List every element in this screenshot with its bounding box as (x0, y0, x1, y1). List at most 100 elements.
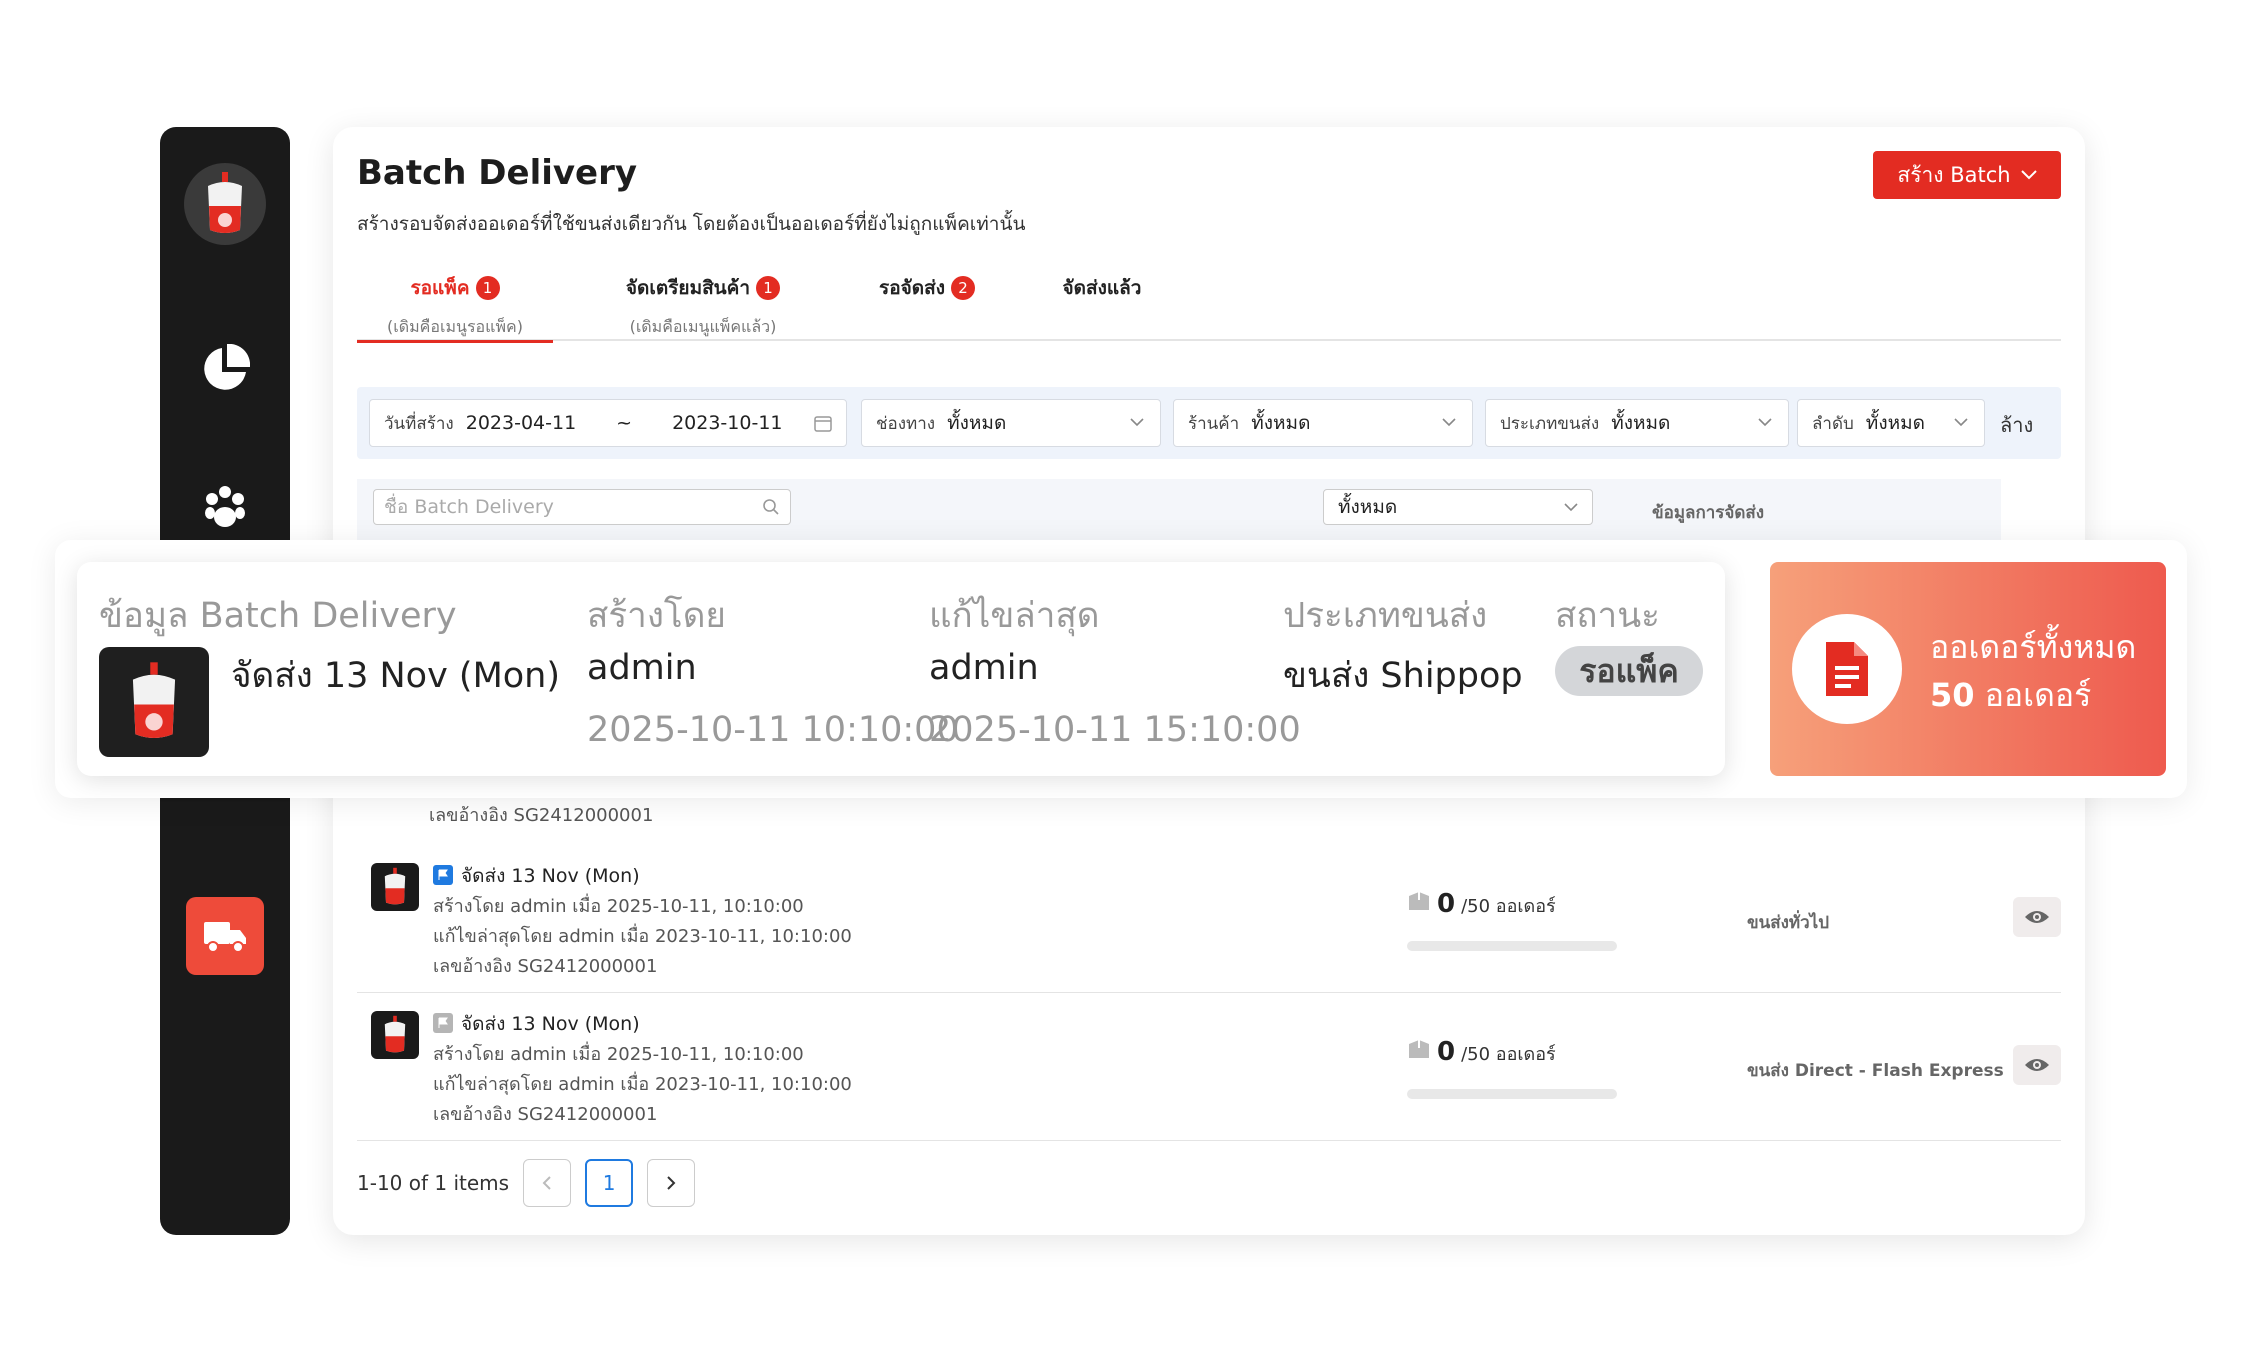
date-range-picker[interactable]: วันที่สร้าง 2023-04-11 ~ 2023-10-11 (369, 399, 847, 447)
edited-at: 2025-10-11 15:10:00 (929, 710, 1301, 750)
calendar-icon (814, 416, 832, 432)
tab-badge: 1 (475, 276, 500, 300)
tab-waiting-pack[interactable]: รอแพ็ค 1 (เดิมคือเมนูรอแพ็ค) (357, 273, 553, 343)
status-tabs: รอแพ็ค 1 (เดิมคือเมนูรอแพ็ค) จัดเตรียมสิน… (357, 273, 2061, 343)
chevron-down-icon (1758, 418, 1772, 427)
table-row[interactable]: จัดส่ง 13 Nov (Mon) สร้างโดย admin เมื่อ… (357, 993, 2061, 1141)
chevron-down-icon (1442, 418, 1456, 427)
created-by-header: สร้างโดย (587, 596, 726, 636)
eye-icon (2025, 1059, 2049, 1071)
total-orders-card: ออเดอร์ทั้งหมด 50 ออเดอร์ (1770, 562, 2166, 776)
tab-preparing[interactable]: จัดเตรียมสินค้า 1 (เดิมคือเมนูแพ็คแล้ว) (593, 273, 813, 340)
flag-icon (433, 1013, 453, 1033)
reference-number: เลขอ้างอิง SG2412000001 (433, 1104, 658, 1125)
nav-delivery-active[interactable] (186, 897, 264, 975)
create-batch-label: สร้าง Batch (1897, 162, 2011, 187)
order-count: 0/50 ออเดอร์ (1407, 1037, 1556, 1068)
prev-page-button[interactable] (523, 1159, 572, 1207)
order-count-total: /50 ออเดอร์ (1461, 896, 1556, 917)
edited-info: แก้ไขล่าสุดโดย admin เมื่อ 2023-10-11, 1… (433, 926, 852, 947)
tab-badge: 1 (756, 276, 781, 300)
status-select-value: ทั้งหมด (1338, 496, 1398, 518)
batch-name: จัดส่ง 13 Nov (Mon) (461, 865, 640, 887)
shop-value: ทั้งหมด (1251, 412, 1311, 434)
reference-number: เลขอ้างอิง SG2412000001 (433, 956, 658, 977)
channel-select[interactable]: ช่องทาง ทั้งหมด (861, 399, 1161, 447)
flag-icon (433, 865, 453, 885)
tab-label: รอจัดส่ง (879, 277, 945, 299)
reference-number: เลขอ้างอิง SG2412000001 (429, 805, 654, 826)
orders-unit: ออเดอร์ (1984, 676, 2092, 714)
created-at: 2025-10-11 10:10:00 (587, 710, 959, 750)
page-title: Batch Delivery (357, 153, 638, 193)
shiptype: ขนส่ง Shippop (1283, 656, 1523, 696)
tab-label: จัดเตรียมสินค้า (625, 277, 751, 299)
status-select[interactable]: ทั้งหมด (1323, 489, 1593, 525)
edited-info: แก้ไขล่าสุดโดย admin เมื่อ 2023-10-11, 1… (433, 1074, 852, 1095)
created-by: admin (587, 648, 697, 688)
batch-search-input[interactable]: ชื่อ Batch Delivery (373, 489, 791, 525)
chevron-left-icon (542, 1176, 551, 1190)
batch-info-header: ข้อมูล Batch Delivery (99, 596, 457, 636)
sauce-bottle-icon (132, 662, 176, 738)
date-label: วันที่สร้าง (384, 413, 454, 434)
date-to: 2023-10-11 (672, 412, 783, 434)
batch-detail-card: ข้อมูล Batch Delivery จัดส่ง 13 Nov (Mon… (77, 562, 1725, 776)
sort-label: ลำดับ (1812, 413, 1854, 434)
batch-name: จัดส่ง 13 Nov (Mon) (231, 656, 561, 696)
tab-waiting-ship[interactable]: รอจัดส่ง 2 (857, 273, 997, 303)
chevron-down-icon (1130, 418, 1144, 427)
paw-icon[interactable] (195, 477, 255, 537)
order-count-value: 0 (1437, 889, 1456, 919)
shipping-info-header: ข้อมูลการจัดส่ง (1652, 503, 1765, 523)
view-button[interactable] (2013, 1045, 2061, 1085)
status-badge: รอแพ็ค (1555, 646, 1703, 696)
batch-name: จัดส่ง 13 Nov (Mon) (461, 1013, 640, 1035)
tab-label: รอแพ็ค (410, 277, 470, 299)
orders-count: 50 ออเดอร์ (1930, 670, 2091, 721)
pie-chart-icon[interactable] (195, 339, 255, 399)
batch-thumbnail (371, 863, 419, 911)
order-count-value: 0 (1437, 1037, 1456, 1067)
chevron-right-icon (667, 1176, 676, 1190)
shiptype-label: ประเภทขนส่ง (1500, 413, 1600, 434)
order-count-total: /50 ออเดอร์ (1461, 1044, 1556, 1065)
shop-select[interactable]: ร้านค้า ทั้งหมด (1173, 399, 1473, 447)
order-progress-bar (1407, 1089, 1617, 1099)
date-from: 2023-04-11 (465, 412, 577, 434)
page-subtitle: สร้างรอบจัดส่งออเดอร์ที่ใช้ขนส่งเดียวกัน… (357, 213, 1026, 235)
box-icon (1409, 892, 1429, 910)
eye-icon (2025, 911, 2049, 923)
create-batch-button[interactable]: สร้าง Batch (1873, 151, 2061, 199)
view-button[interactable] (2013, 897, 2061, 937)
edited-by: admin (929, 648, 1039, 688)
shiptype-value: ทั้งหมด (1611, 412, 1671, 434)
shiptype-select[interactable]: ประเภทขนส่ง ทั้งหมด (1485, 399, 1789, 447)
chevron-down-icon (1954, 418, 1968, 427)
orders-icon-circle (1792, 614, 1902, 724)
created-info: สร้างโดย admin เมื่อ 2025-10-11, 10:10:0… (433, 896, 804, 917)
date-separator: ~ (616, 412, 633, 434)
table-row[interactable]: จัดส่ง 13 Nov (Mon) สร้างโดย admin เมื่อ… (357, 845, 2061, 993)
batch-thumbnail (371, 1011, 419, 1059)
filter-bar: วันที่สร้าง 2023-04-11 ~ 2023-10-11 ช่อง… (357, 387, 2061, 459)
tab-shipped[interactable]: จัดส่งแล้ว (1047, 273, 1157, 303)
edited-header: แก้ไขล่าสุด (929, 596, 1100, 636)
status-header: สถานะ (1555, 596, 1660, 636)
clear-filters-link[interactable]: ล้าง (2000, 409, 2033, 441)
chevron-down-icon (1564, 503, 1578, 512)
shop-label: ร้านค้า (1188, 413, 1240, 434)
sort-select[interactable]: ลำดับ ทั้งหมด (1797, 399, 1985, 447)
channel-label: ช่องทาง (876, 413, 936, 434)
pagination: 1-10 of 1 items 1 (357, 1159, 709, 1207)
orders-label: ออเดอร์ทั้งหมด (1930, 628, 2137, 666)
shipping-method: ขนส่งทั่วไป (1747, 913, 1830, 933)
page-button-current[interactable]: 1 (585, 1159, 634, 1207)
sauce-bottle-icon (384, 867, 406, 905)
next-page-button[interactable] (647, 1159, 696, 1207)
shipping-method: ขนส่ง Direct - Flash Express (1747, 1061, 2004, 1081)
search-placeholder: ชื่อ Batch Delivery (384, 496, 554, 518)
pagination-summary: 1-10 of 1 items (357, 1171, 510, 1195)
tab-badge: 2 (950, 276, 975, 300)
brand-logo[interactable] (184, 163, 266, 245)
